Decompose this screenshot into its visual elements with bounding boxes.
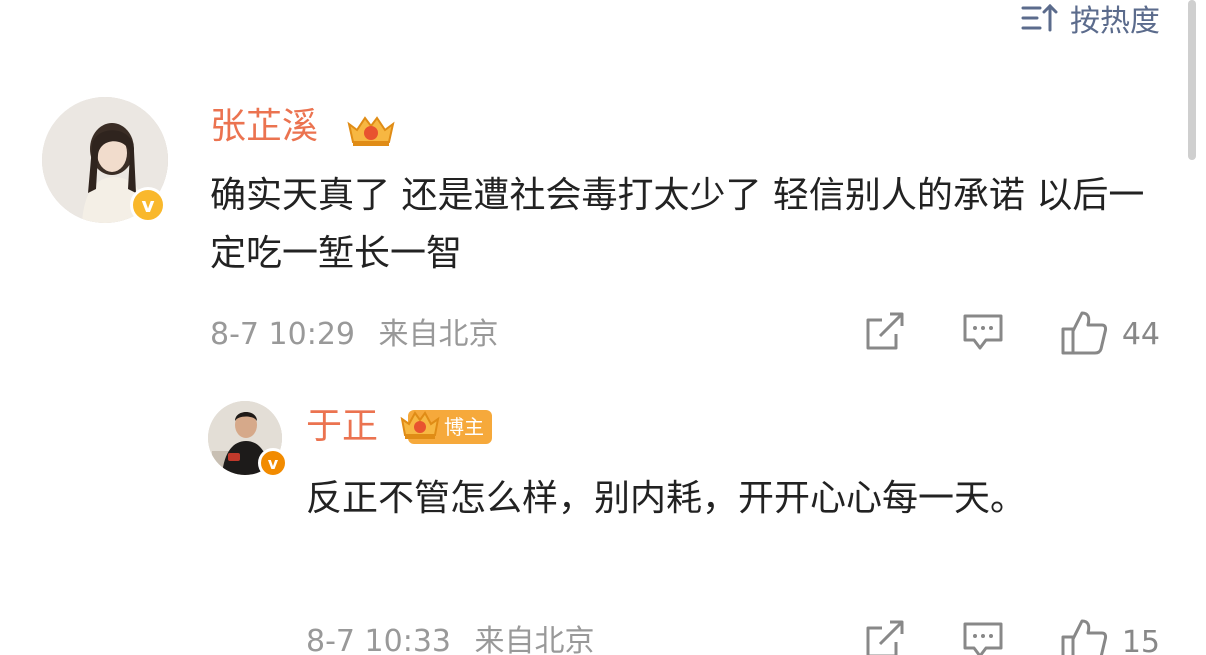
like-count: 15 [1121,624,1160,655]
repost-button[interactable] [864,312,906,356]
comment-text: 反正不管怎么样，别内耗，开开心心每一天。 [306,478,1027,519]
comment-icon [962,620,1004,655]
comment-actions: 44 [864,310,1160,358]
comment-text: 确实天真了 还是遭社会毒打太少了 轻信别人的承诺 以后一定吃一堑长一智 [210,175,1145,274]
like-icon [1060,617,1108,655]
sort-icon [1020,2,1058,34]
reply-button[interactable] [962,620,1004,655]
comment-date: 8-7 10:29 [210,317,355,352]
verified-badge: v [130,187,166,223]
comment-location: 来自北京 [474,624,595,655]
comment-date: 8-7 10:33 [306,624,451,655]
scrollbar[interactable] [1182,0,1206,655]
crown-icon [398,407,442,447]
verified-badge: v [258,448,288,478]
comment-location: 来自北京 [378,317,499,352]
sort-button[interactable]: 按热度 [1020,0,1160,39]
blogger-badge: 博主 [398,408,492,446]
username[interactable]: 于正 [306,405,378,449]
like-icon [1060,309,1108,359]
sort-label: 按热度 [1070,4,1160,39]
comment-actions: 15 [864,618,1160,655]
repost-button[interactable] [864,620,906,655]
crown-icon [343,110,399,152]
scrollbar-thumb[interactable] [1188,0,1196,160]
reply-button[interactable] [962,312,1004,356]
like-button[interactable]: 15 [1060,617,1160,655]
like-count: 44 [1121,316,1160,352]
repost-icon [864,620,906,655]
comment-meta: 8-7 10:33 来自北京 [306,622,595,655]
comment-meta: 8-7 10:29 来自北京 [210,315,499,355]
comment-icon [962,312,1004,356]
like-button[interactable]: 44 [1060,309,1160,359]
repost-icon [864,312,906,356]
username[interactable]: 张芷溪 [210,105,318,149]
